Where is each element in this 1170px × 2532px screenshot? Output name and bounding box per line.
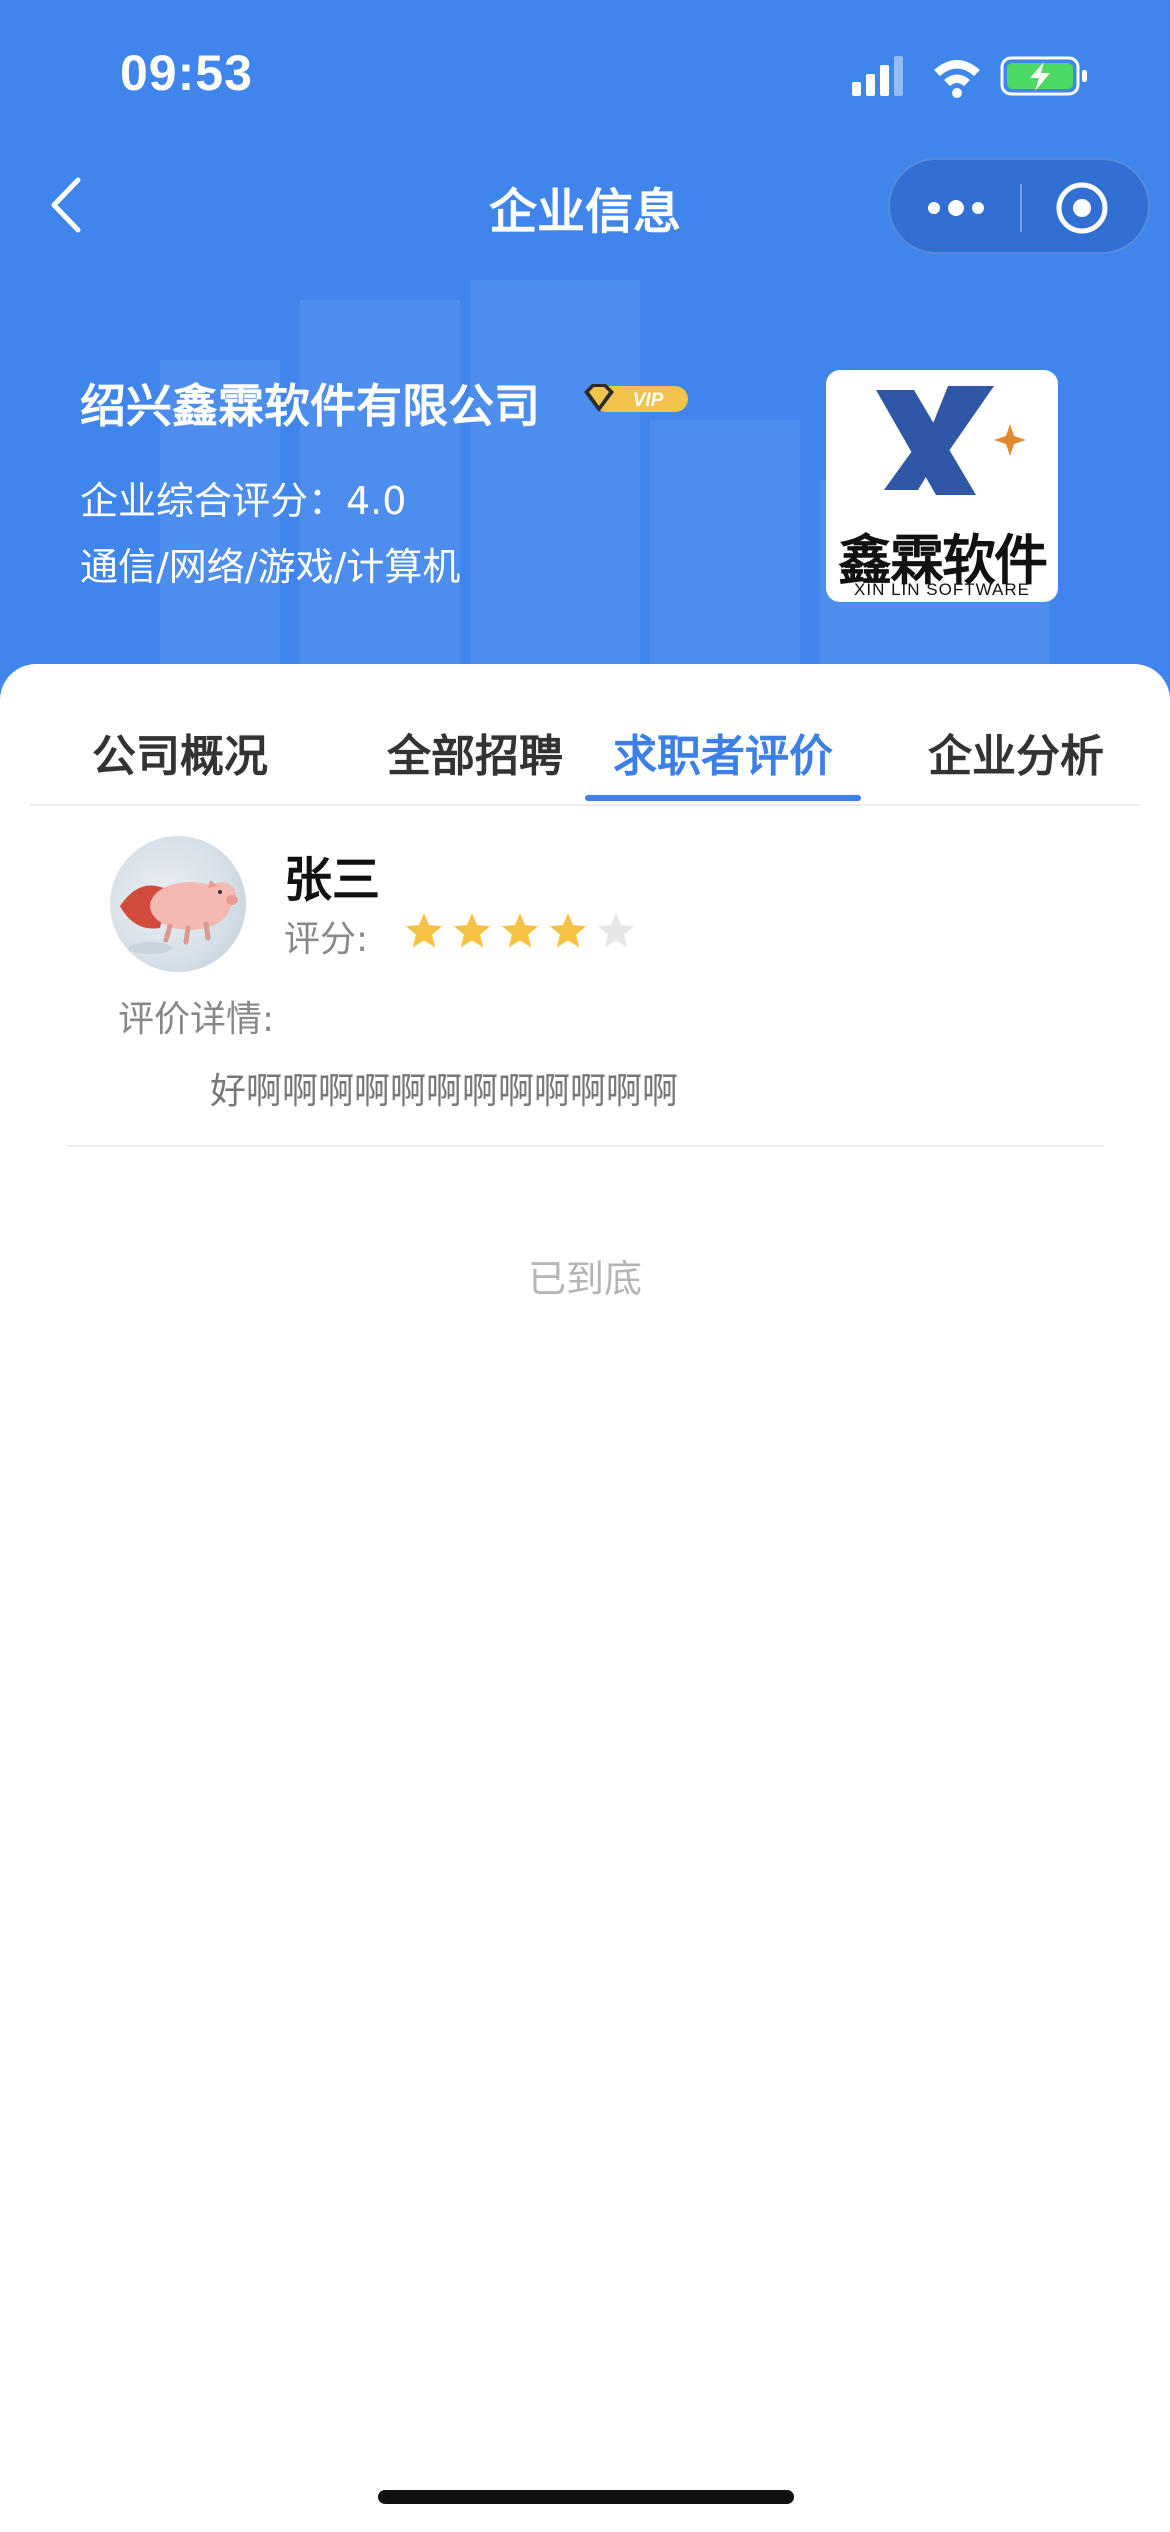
more-dots-icon[interactable] — [926, 192, 986, 224]
star-rating — [405, 913, 635, 948]
star-icon — [501, 913, 539, 948]
end-of-list-text: 已到底 — [527, 1257, 642, 1301]
home-indicator — [378, 2490, 794, 2504]
star-icon — [549, 913, 587, 948]
tab-bar: 公司概况 全部招聘 求职者评价 企业分析 — [30, 664, 1140, 806]
capsule-divider — [1020, 184, 1022, 232]
battery-charging-icon — [1000, 56, 1087, 96]
tab-company-overview[interactable]: 公司概况 — [80, 720, 280, 784]
company-score: 企业综合评分：4.0 — [80, 479, 407, 523]
status-time: 09:53 — [120, 45, 253, 101]
company-name: 绍兴鑫霖软件有限公司 — [80, 379, 540, 433]
miniprogram-capsule — [888, 158, 1150, 254]
tab-all-jobs[interactable]: 全部招聘 — [350, 720, 600, 784]
tab-reviews[interactable]: 求职者评价 — [585, 720, 861, 784]
star-icon — [405, 913, 443, 948]
active-tab-indicator — [585, 795, 861, 801]
status-icons — [852, 56, 1087, 98]
avatar[interactable] — [110, 836, 246, 972]
signal-icon — [852, 56, 903, 96]
company-logo: 鑫霖软件 XIN LIN SOFTWARE — [826, 370, 1058, 602]
reviewer-name: 张三 — [284, 852, 381, 908]
svg-text:VIP: VIP — [633, 390, 664, 411]
vip-badge: VIP — [584, 384, 688, 412]
company-industry: 通信/网络/游戏/计算机 — [80, 545, 461, 589]
tab-company-analysis[interactable]: 企业分析 — [896, 720, 1136, 784]
logo-english-text: XIN LIN SOFTWARE — [854, 580, 1030, 599]
star-icon — [453, 913, 491, 948]
wifi-icon — [934, 60, 980, 98]
review-detail-label: 评价详情: — [118, 999, 275, 1040]
review-divider — [66, 1145, 1104, 1147]
star-icon — [597, 913, 635, 948]
rating-label: 评分: — [284, 919, 369, 960]
review-detail-text: 好啊啊啊啊啊啊啊啊啊啊啊啊 — [210, 1071, 679, 1112]
close-circle-icon[interactable] — [1054, 180, 1110, 236]
